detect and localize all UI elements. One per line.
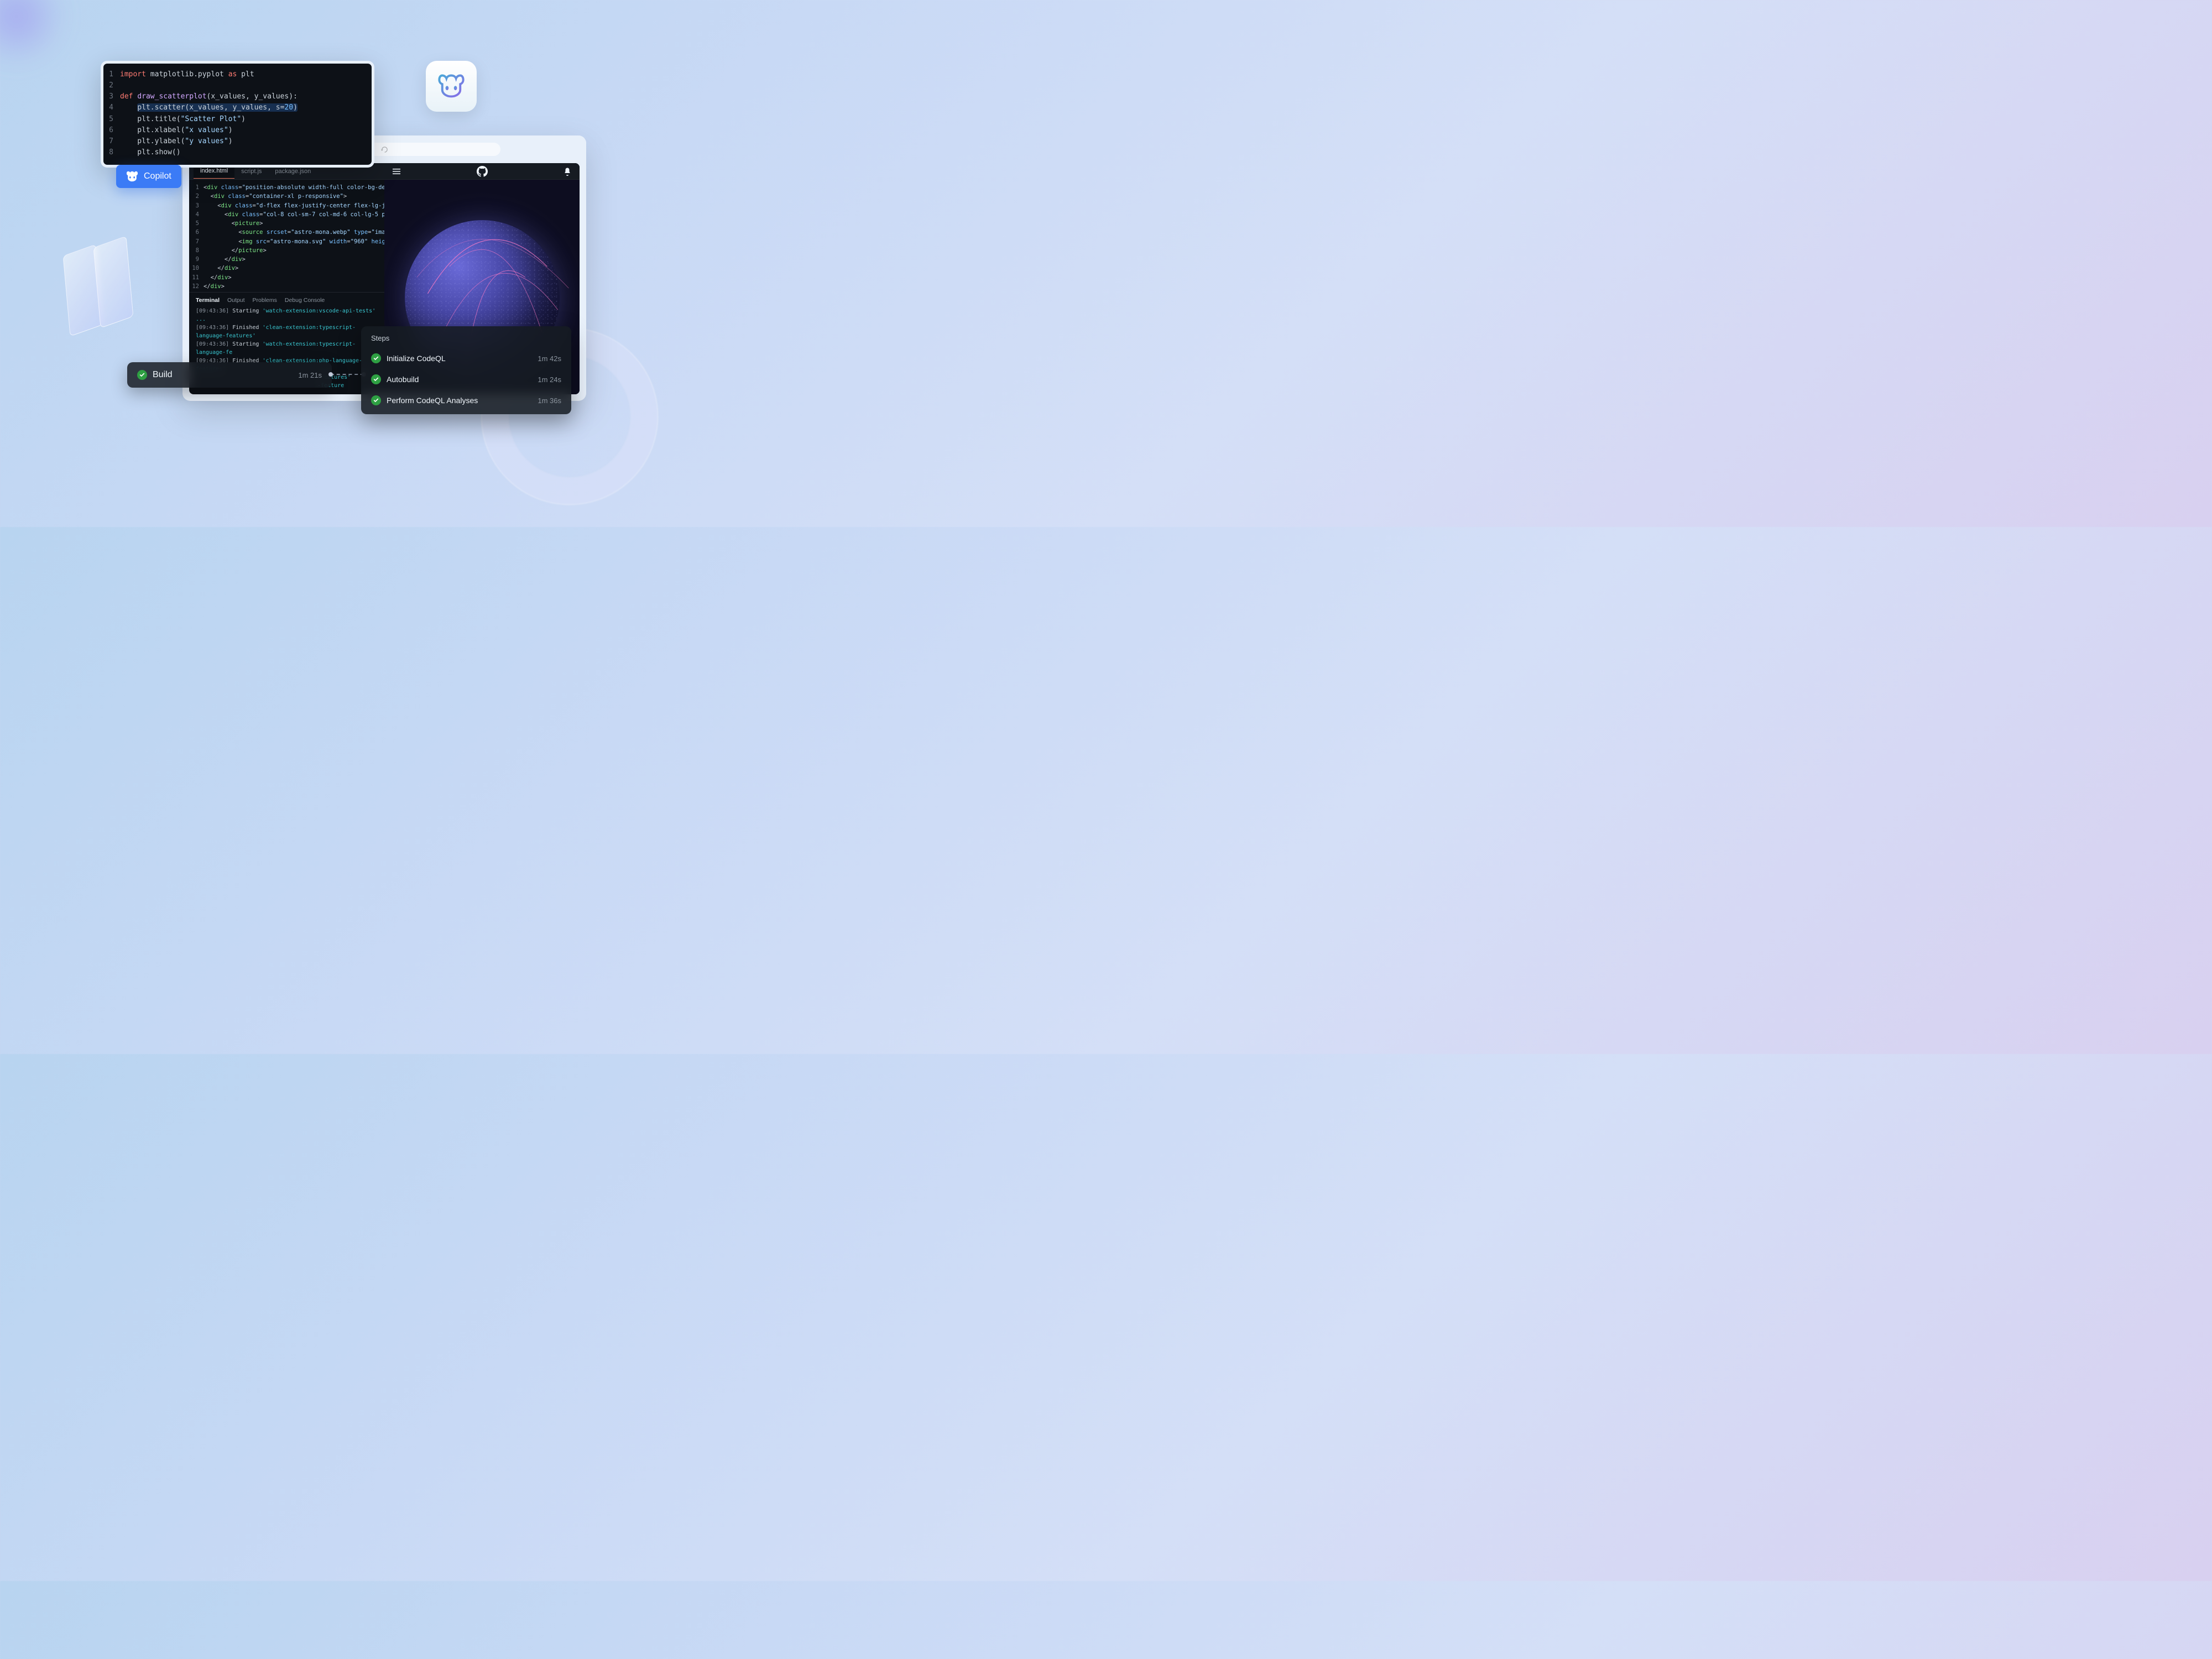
code-line: 6 <source srcset="astro-mona.webp" type=… bbox=[189, 228, 384, 237]
step-time: 1m 36s bbox=[538, 397, 561, 405]
connector-line bbox=[331, 374, 364, 375]
hamburger-icon[interactable] bbox=[392, 167, 401, 176]
editor-pane: index.htmlscript.jspackage.json 1<div cl… bbox=[189, 163, 384, 394]
copilot-app-icon[interactable] bbox=[426, 61, 477, 112]
code-line: 6 plt.xlabel("x values") bbox=[103, 125, 372, 136]
step-label: Initialize CodeQL bbox=[387, 354, 446, 363]
terminal-tab[interactable]: Output bbox=[227, 297, 245, 304]
step-time: 1m 42s bbox=[538, 354, 561, 363]
step-label: Autobuild bbox=[387, 375, 419, 384]
code-line: 5 plt.title("Scatter Plot") bbox=[103, 114, 372, 125]
terminal-line: [09:43:36] Starting 'watch-extension:vsc… bbox=[196, 307, 378, 324]
editor-code[interactable]: 1<div class="position-absolute width-ful… bbox=[189, 180, 384, 292]
copilot-icon bbox=[437, 72, 466, 101]
code-line: 7 plt.ylabel("y values") bbox=[103, 136, 372, 147]
terminal-tab[interactable]: Problems bbox=[253, 297, 277, 304]
copilot-badge-label: Copilot bbox=[144, 171, 171, 181]
code-line: 5 <picture> bbox=[189, 219, 384, 228]
steps-title: Steps bbox=[361, 334, 571, 348]
code-line: 1import matplotlib.pyplot as plt bbox=[103, 69, 372, 80]
code-line: 8 </picture> bbox=[189, 246, 384, 255]
check-icon bbox=[137, 370, 147, 380]
decorative-blob bbox=[0, 0, 66, 66]
code-line: 4 plt.scatter(x_values, y_values, s=20) bbox=[103, 102, 372, 113]
bell-icon[interactable] bbox=[563, 167, 572, 176]
terminal-tab[interactable]: Terminal bbox=[196, 297, 220, 304]
terminal-line: [09:43:36] Finished 'clean-extension:typ… bbox=[196, 324, 378, 340]
code-line: 1<div class="position-absolute width-ful… bbox=[189, 183, 384, 192]
code-snippet-card: 1import matplotlib.pyplot as plt23def dr… bbox=[101, 61, 374, 168]
decorative-glass-blocks bbox=[66, 238, 166, 348]
code-line: 3def draw_scatterplot(x_values, y_values… bbox=[103, 91, 372, 102]
code-line: 3 <div class="d-flex flex-justify-center… bbox=[189, 201, 384, 210]
code-line: 10 </div> bbox=[189, 264, 384, 273]
github-header bbox=[384, 163, 580, 180]
step-time: 1m 24s bbox=[538, 375, 561, 384]
check-icon bbox=[371, 353, 381, 363]
code-line: 8 plt.show() bbox=[103, 147, 372, 158]
step-row[interactable]: Perform CodeQL Analyses 1m 36s bbox=[361, 390, 571, 411]
code-line: 11 </div> bbox=[189, 273, 384, 282]
copilot-icon bbox=[126, 170, 138, 182]
refresh-icon bbox=[381, 146, 388, 153]
step-label: Perform CodeQL Analyses bbox=[387, 396, 478, 405]
steps-panel: Steps Initialize CodeQL 1m 42s Autobuild… bbox=[361, 326, 571, 414]
check-icon bbox=[371, 374, 381, 384]
code-line: 2 bbox=[103, 80, 372, 91]
copilot-badge[interactable]: Copilot bbox=[116, 165, 181, 188]
step-row[interactable]: Initialize CodeQL 1m 42s bbox=[361, 348, 571, 369]
step-row[interactable]: Autobuild 1m 24s bbox=[361, 369, 571, 390]
terminal-tab[interactable]: Debug Console bbox=[285, 297, 325, 304]
code-line: 9 </div> bbox=[189, 255, 384, 264]
terminal-tabs: Terminal Output Problems Debug Console bbox=[189, 292, 384, 306]
code-line: 4 <div class="col-8 col-sm-7 col-md-6 co… bbox=[189, 210, 384, 219]
code-line: 12</div> bbox=[189, 282, 384, 291]
build-label: Build bbox=[153, 370, 173, 380]
build-status-pill[interactable]: Build 1m 21s bbox=[127, 362, 332, 388]
check-icon bbox=[371, 395, 381, 405]
github-logo-icon[interactable] bbox=[477, 166, 488, 177]
build-time: 1m 21s bbox=[298, 371, 322, 379]
code-line: 7 <img src="astro-mona.svg" width="960" … bbox=[189, 237, 384, 246]
terminal-line: [09:43:36] Starting 'watch-extension:typ… bbox=[196, 340, 378, 357]
code-line: 2 <div class="container-xl p-responsive"… bbox=[189, 192, 384, 201]
